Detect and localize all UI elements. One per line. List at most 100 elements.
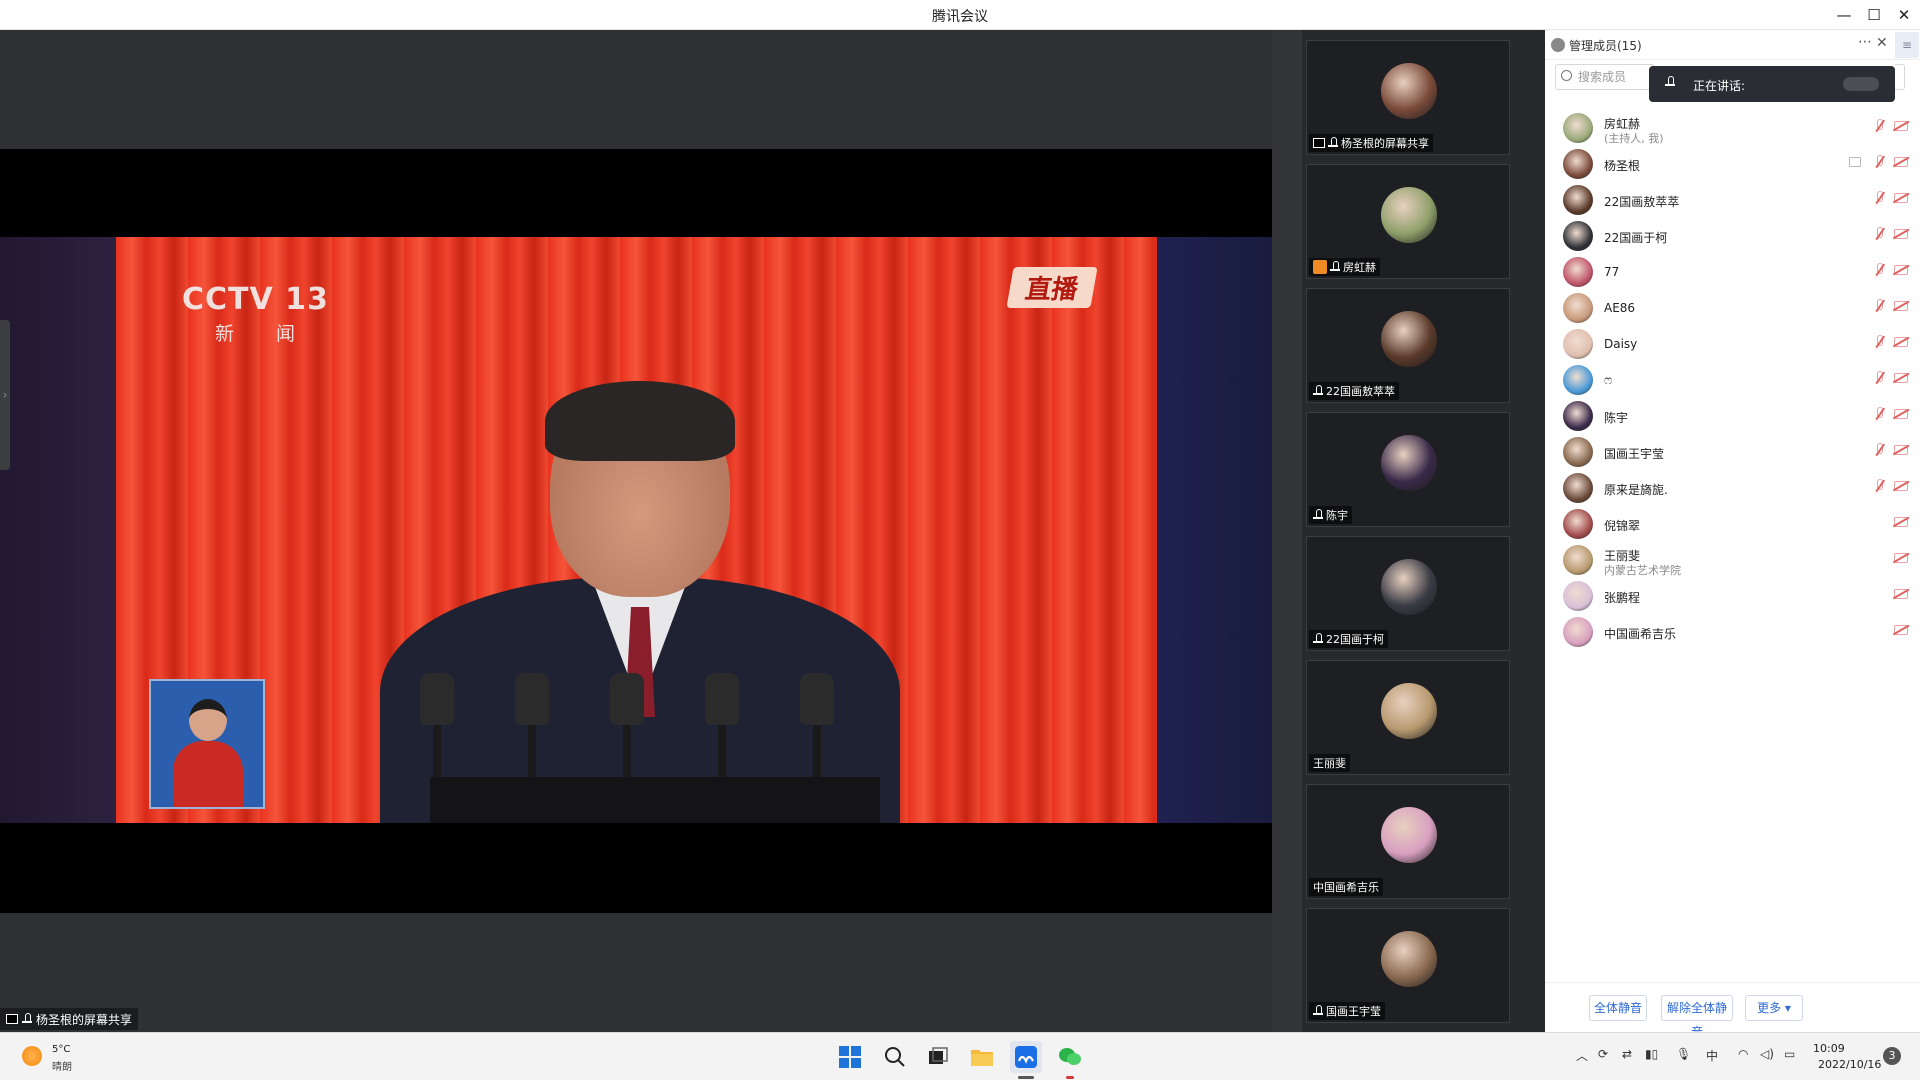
- participant-thumbnail[interactable]: 杨圣根的屏幕共享: [1306, 40, 1510, 155]
- thumbnail-scroll-area[interactable]: [1272, 30, 1302, 1032]
- clock-time[interactable]: 10:09: [1813, 1042, 1845, 1055]
- main-stage: CCTV 13 新 闻 直播 › 杨圣根的屏幕共享: [0, 30, 1272, 1032]
- member-name: 杨圣根: [1604, 159, 1641, 173]
- participant-thumbnail[interactable]: 中国画希吉乐: [1306, 784, 1510, 899]
- camera-off-icon[interactable]: [1894, 589, 1908, 599]
- close-window-button[interactable]: ✕: [1890, 3, 1918, 27]
- participant-thumbnail[interactable]: 房虹赫: [1306, 164, 1510, 279]
- notification-badge[interactable]: 3: [1883, 1047, 1901, 1065]
- camera-off-icon[interactable]: [1894, 409, 1908, 419]
- camera-off-icon[interactable]: [1894, 373, 1908, 383]
- tencent-meeting-icon[interactable]: [1010, 1041, 1042, 1073]
- sign-language-inset: [149, 679, 265, 809]
- avatar: [1563, 113, 1593, 143]
- camera-off-icon[interactable]: [1894, 157, 1908, 167]
- thumbnail-label: 王丽斐: [1309, 754, 1350, 772]
- muted-mic-icon[interactable]: [1874, 479, 1884, 493]
- camera-off-icon[interactable]: [1894, 553, 1908, 563]
- weather-temperature[interactable]: 5°C: [52, 1044, 70, 1055]
- file-explorer-icon[interactable]: [966, 1041, 998, 1073]
- search-icon: [1561, 70, 1572, 81]
- network-settings-icon[interactable]: ⇄: [1622, 1047, 1632, 1061]
- clock-date[interactable]: 2022/10/16: [1818, 1058, 1881, 1071]
- avatar: [1563, 401, 1593, 431]
- speaking-label: 正在讲话:: [1693, 79, 1746, 93]
- camera-off-icon[interactable]: [1894, 229, 1908, 239]
- panel-menu-icon[interactable]: ≡: [1895, 32, 1919, 58]
- camera-off-icon[interactable]: [1894, 625, 1908, 635]
- avatar: [1563, 365, 1593, 395]
- participant-thumbnail[interactable]: 陈宇: [1306, 412, 1510, 527]
- avatar: [1563, 581, 1593, 611]
- screen-share-icon: [1849, 157, 1861, 167]
- member-name: 77: [1604, 265, 1620, 279]
- more-options-icon[interactable]: ⋯: [1858, 34, 1872, 50]
- more-button[interactable]: 更多 ▾: [1745, 995, 1803, 1021]
- camera-off-icon[interactable]: [1894, 337, 1908, 347]
- collapse-handle[interactable]: ›: [0, 320, 10, 470]
- muted-mic-icon[interactable]: [1874, 227, 1884, 241]
- screen-share-label: 杨圣根的屏幕共享: [36, 1012, 133, 1027]
- unmute-all-button[interactable]: 解除全体静音: [1661, 995, 1733, 1039]
- camera-off-icon[interactable]: [1894, 301, 1908, 311]
- minimize-button[interactable]: —: [1830, 3, 1858, 27]
- muted-mic-icon[interactable]: [1874, 407, 1884, 421]
- thumbnail-label: 杨圣根的屏幕共享: [1309, 134, 1433, 152]
- search-icon[interactable]: [879, 1041, 911, 1073]
- avatar: [1563, 617, 1593, 647]
- member-row[interactable]: 中国画希吉乐: [1545, 611, 1920, 655]
- maximize-button[interactable]: ☐: [1860, 3, 1888, 27]
- muted-mic-icon[interactable]: [1874, 299, 1884, 313]
- show-hidden-icons-icon[interactable]: ︿: [1576, 1047, 1588, 1064]
- camera-off-icon[interactable]: [1894, 517, 1908, 527]
- muted-mic-icon[interactable]: [1874, 443, 1884, 457]
- sync-icon[interactable]: ⟳: [1598, 1047, 1608, 1061]
- camera-off-icon[interactable]: [1894, 445, 1908, 455]
- battery-icon[interactable]: ▭: [1784, 1047, 1795, 1061]
- camera-off-icon[interactable]: [1894, 193, 1908, 203]
- muted-mic-icon[interactable]: [1874, 155, 1884, 169]
- members-header: 管理成员(15) ⋯ ✕ ≡: [1545, 30, 1920, 60]
- participant-thumbnail[interactable]: 22国画敖萃萃: [1306, 288, 1510, 403]
- member-name: 张鹏程: [1604, 591, 1641, 605]
- participant-thumbnail[interactable]: 国画王宇莹: [1306, 908, 1510, 1023]
- mute-all-button[interactable]: 全体静音: [1589, 995, 1647, 1021]
- camera-off-icon[interactable]: [1894, 265, 1908, 275]
- wifi-icon[interactable]: ◠: [1738, 1047, 1748, 1061]
- volume-icon[interactable]: ◁): [1760, 1047, 1774, 1061]
- task-view-icon[interactable]: [922, 1041, 954, 1073]
- weather-icon[interactable]: [22, 1046, 42, 1066]
- thumbnail-label: 房虹赫: [1309, 258, 1380, 276]
- mic-icon: [1313, 1005, 1323, 1017]
- screen-share-icon: [6, 1014, 18, 1024]
- thumbnail-label: 22国画敖萃萃: [1309, 382, 1399, 400]
- participant-thumbnail[interactable]: 王丽斐: [1306, 660, 1510, 775]
- weather-description[interactable]: 晴朗: [52, 1058, 72, 1073]
- start-icon[interactable]: [834, 1041, 866, 1073]
- thumbnail-name: 杨圣根的屏幕共享: [1341, 137, 1429, 150]
- camera-off-icon[interactable]: [1894, 481, 1908, 491]
- avatar: [1563, 293, 1593, 323]
- taskbar: 5°C 晴朗 ︿ ⟳ ⇄ ▮▯ 🎙 中 ◠ ◁) ▭ 10:09 2022/10…: [0, 1032, 1920, 1080]
- muted-mic-icon[interactable]: [1874, 371, 1884, 385]
- mic-icon: [1313, 633, 1323, 645]
- muted-mic-icon[interactable]: [1874, 191, 1884, 205]
- participant-thumbnail[interactable]: 22国画于柯: [1306, 536, 1510, 651]
- camera-off-icon[interactable]: [1894, 121, 1908, 131]
- speaker-name-blurred: [1843, 77, 1879, 91]
- muted-mic-icon[interactable]: [1874, 263, 1884, 277]
- microphone-tray-icon[interactable]: 🎙: [1676, 1047, 1691, 1061]
- close-panel-icon[interactable]: ✕: [1876, 35, 1888, 51]
- muted-mic-icon[interactable]: [1874, 335, 1884, 349]
- mic-icon: [22, 1013, 32, 1025]
- broadcast-video[interactable]: CCTV 13 新 闻 直播: [0, 237, 1272, 823]
- signal-bars-icon[interactable]: ▮▯: [1645, 1047, 1658, 1061]
- muted-mic-icon[interactable]: [1874, 119, 1884, 133]
- thumbnail-name: 陈宇: [1326, 509, 1348, 522]
- thumbnail-name: 国画王宇莹: [1326, 1005, 1381, 1018]
- wechat-icon[interactable]: [1054, 1041, 1086, 1073]
- ime-indicator[interactable]: 中: [1706, 1047, 1718, 1064]
- member-name: Daisy: [1604, 337, 1638, 351]
- member-name: 22国画于柯: [1604, 231, 1668, 245]
- screen-share-tag: 杨圣根的屏幕共享: [0, 1008, 139, 1030]
